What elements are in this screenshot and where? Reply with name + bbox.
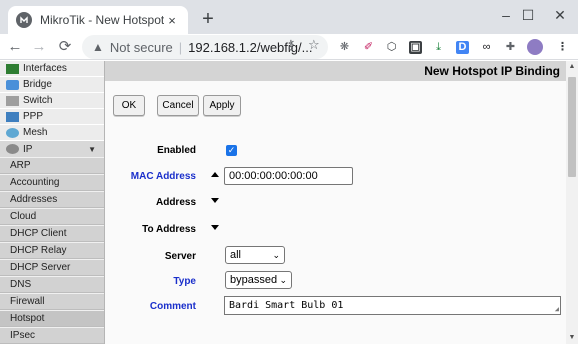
extension-download-icon[interactable]: ⤓	[432, 41, 445, 54]
scroll-down-icon[interactable]: ▼	[566, 332, 578, 344]
collapse-mac-icon[interactable]	[211, 172, 219, 177]
close-window-icon[interactable]: ✕	[540, 4, 578, 28]
security-label: Not secure	[109, 39, 173, 55]
enabled-checkbox[interactable]: ✓	[226, 145, 237, 156]
expand-arrow-icon: ▼	[88, 144, 96, 154]
switch-icon	[6, 95, 19, 106]
submenu-item-dhcp-client[interactable]: DHCP Client	[0, 226, 104, 242]
chrome-menu-icon[interactable]: ⋮	[556, 41, 569, 54]
extension-d-icon[interactable]: D	[456, 41, 469, 54]
submenu-item-firewall[interactable]: Firewall	[0, 294, 104, 310]
server-select-value: all	[230, 249, 242, 261]
comment-label[interactable]: Comment	[105, 301, 196, 312]
menu-item-interfaces[interactable]: Interfaces	[0, 61, 104, 77]
bookmark-star-icon[interactable]: ☆	[308, 37, 320, 53]
server-select[interactable]: all ⌄	[225, 246, 285, 264]
submenu-item-accounting[interactable]: Accounting	[0, 175, 104, 191]
menu-item-ppp[interactable]: PPP	[0, 109, 104, 125]
submenu-item-dns[interactable]: DNS	[0, 277, 104, 293]
profile-avatar[interactable]	[527, 39, 543, 55]
page-scrollbar[interactable]: ▲ ▼	[566, 61, 578, 344]
scroll-thumb[interactable]	[568, 77, 576, 177]
submenu-item-dhcp-server[interactable]: DHCP Server	[0, 260, 104, 276]
menu-item-label: Mesh	[23, 127, 48, 138]
submenu-item-dhcp-relay[interactable]: DHCP Relay	[0, 243, 104, 259]
browser-toolbar: ← → ⟳ ▲ Not secure | 192.168.1.2/webfig/…	[0, 34, 578, 60]
menu-item-label: IP	[23, 143, 33, 155]
menu-item-label: Bridge	[23, 79, 52, 90]
extension-sparkle-icon[interactable]: ❋	[338, 41, 351, 54]
close-tab-icon[interactable]: ×	[164, 12, 180, 28]
submenu-item-arp[interactable]: ARP	[0, 158, 104, 174]
expand-address-icon[interactable]	[211, 198, 219, 203]
address-label: Address	[155, 197, 196, 208]
chevron-down-icon: ⌄	[272, 250, 280, 260]
menu-item-label: PPP	[23, 111, 44, 122]
back-icon[interactable]: ←	[4, 36, 26, 58]
chevron-down-icon: ⌄	[279, 275, 287, 285]
omnibox-separator: |	[178, 39, 183, 55]
forward-icon[interactable]: →	[28, 36, 50, 58]
new-tab-button[interactable]: +	[196, 8, 220, 32]
scroll-up-icon[interactable]: ▲	[566, 61, 578, 73]
menu-item-switch[interactable]: Switch	[0, 93, 104, 109]
comment-textarea[interactable]: Bardi Smart Bulb 01 ◢	[224, 296, 561, 315]
apply-button[interactable]: Apply	[203, 95, 241, 116]
title-bar: New Hotspot IP Binding	[105, 61, 566, 81]
tab-title: MikroTik - New Hotspot IP Binding	[40, 13, 164, 27]
reload-icon[interactable]: ⟳	[54, 36, 76, 58]
submenu-item-hotspot[interactable]: Hotspot	[0, 311, 104, 327]
mac-address-input[interactable]: 00:00:00:00:00:00	[224, 167, 353, 185]
menu-item-mesh[interactable]: Mesh	[0, 125, 104, 141]
submenu-item-addresses[interactable]: Addresses	[0, 192, 104, 208]
type-select[interactable]: bypassed ⌄	[225, 271, 292, 289]
extension-link-icon[interactable]: ∞	[480, 41, 493, 54]
type-label[interactable]: Type	[105, 276, 196, 287]
type-select-value: bypassed	[230, 274, 278, 286]
expand-to-address-icon[interactable]	[211, 225, 219, 230]
bridge-icon	[6, 79, 19, 90]
cancel-button[interactable]: Cancel	[157, 95, 199, 116]
mac-address-label[interactable]: MAC Address	[105, 171, 196, 182]
extension-box-icon[interactable]: ▣	[409, 41, 422, 54]
menu-item-ip[interactable]: IP ▼	[0, 141, 104, 157]
extensions-puzzle-icon[interactable]: ✚	[504, 41, 517, 54]
comment-text: Bardi Smart Bulb 01	[229, 300, 344, 311]
browser-tab-strip: MikroTik - New Hotspot IP Binding × + – …	[0, 0, 578, 34]
browser-tab[interactable]: MikroTik - New Hotspot IP Binding ×	[8, 6, 188, 34]
to-address-label: To Address	[142, 224, 196, 235]
page-title: New Hotspot IP Binding	[424, 64, 560, 78]
resize-grip-icon[interactable]: ◢	[555, 306, 559, 313]
ok-button[interactable]: OK	[113, 95, 145, 116]
ppp-icon	[6, 111, 19, 122]
extension-cursor-icon[interactable]: ✐	[362, 41, 375, 54]
warning-icon[interactable]: ▲	[92, 40, 104, 54]
menu-item-label: Switch	[23, 95, 53, 106]
submenu-item-cloud[interactable]: Cloud	[0, 209, 104, 225]
submenu-item-ipsec[interactable]: IPsec	[0, 328, 104, 344]
menu-item-label: Interfaces	[23, 63, 67, 74]
mikrotik-favicon-icon	[16, 12, 32, 28]
enabled-label: Enabled	[157, 145, 196, 156]
content-panel: New Hotspot IP Binding OK Cancel Apply E…	[105, 61, 566, 344]
mesh-icon	[6, 127, 19, 138]
extension-cube-icon[interactable]: ⬡	[385, 41, 398, 54]
ip-icon	[6, 144, 19, 154]
menu-item-bridge[interactable]: Bridge	[0, 77, 104, 93]
server-label: Server	[164, 251, 196, 262]
interfaces-icon	[6, 63, 19, 74]
key-icon[interactable]: ⚷	[286, 37, 296, 53]
